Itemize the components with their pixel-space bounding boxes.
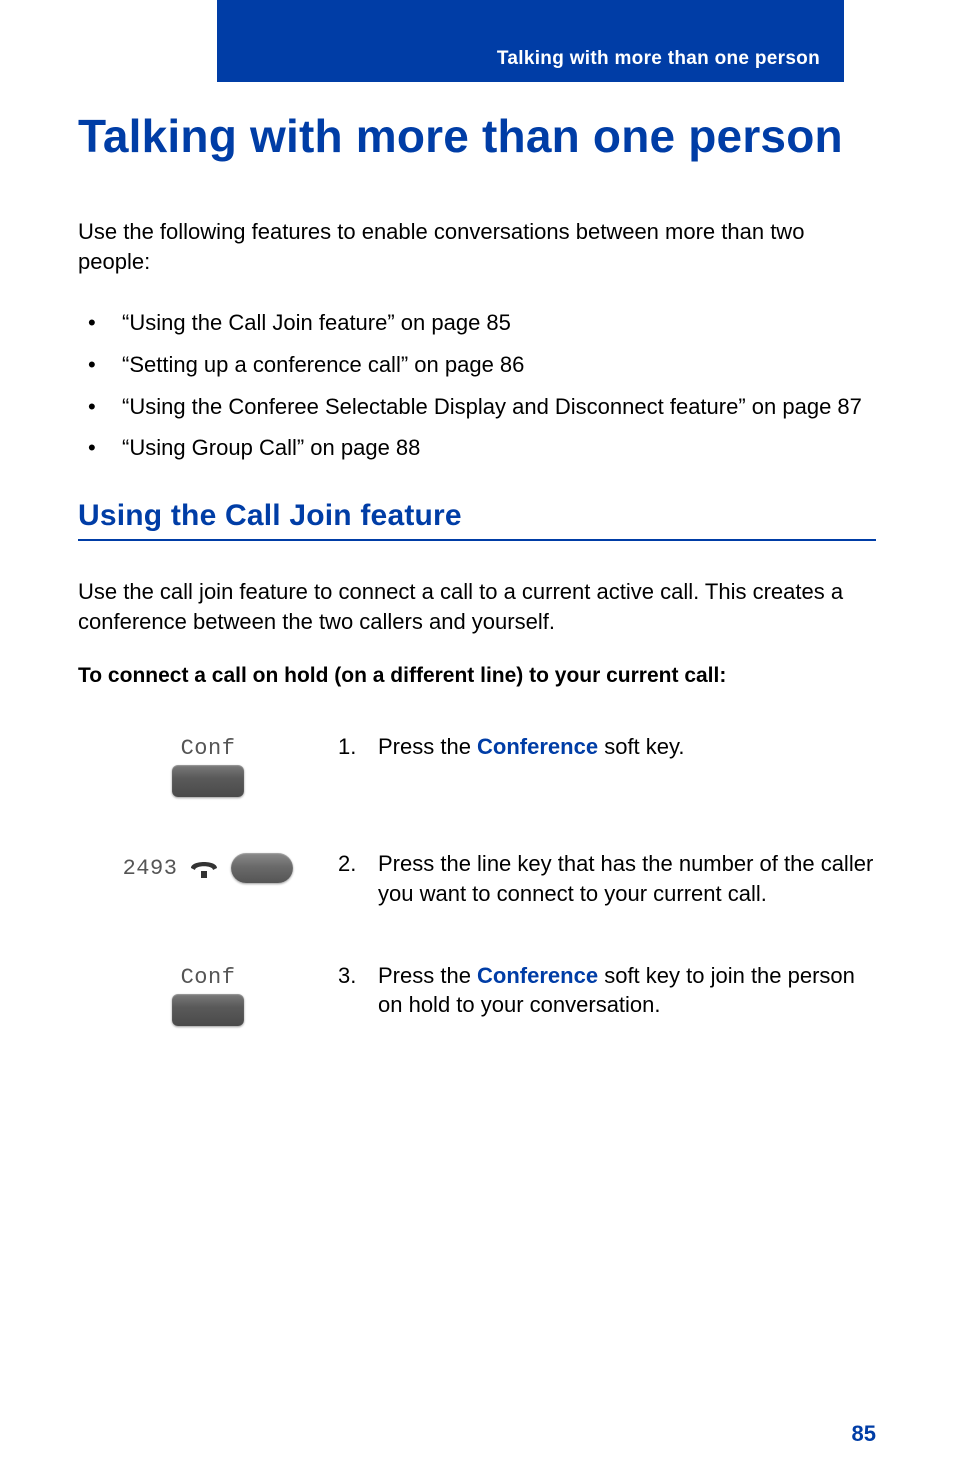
list-item: “Using the Conferee Selectable Display a… bbox=[78, 392, 876, 422]
softkey-label: Conf bbox=[181, 965, 236, 990]
step-body: Press the Conference soft key to join th… bbox=[378, 961, 876, 1020]
step-text: 1. Press the Conference soft key. bbox=[338, 732, 876, 762]
step-text-pre: Press the bbox=[378, 963, 477, 988]
procedure-title: To connect a call on hold (on a differen… bbox=[78, 664, 876, 688]
keyword-conference: Conference bbox=[477, 963, 598, 988]
feature-list: “Using the Call Join feature” on page 85… bbox=[78, 308, 876, 463]
step-text-pre: Press the bbox=[378, 734, 477, 759]
line-key-button-icon bbox=[231, 853, 293, 883]
linekey-image: 2493 bbox=[78, 849, 338, 883]
step-text: 2. Press the line key that has the numbe… bbox=[338, 849, 876, 908]
step-text-post: soft key. bbox=[598, 734, 684, 759]
list-item: “Using Group Call” on page 88 bbox=[78, 433, 876, 463]
list-item: “Setting up a conference call” on page 8… bbox=[78, 350, 876, 380]
step-text: 3. Press the Conference soft key to join… bbox=[338, 961, 876, 1020]
softkey-label: Conf bbox=[181, 736, 236, 761]
steps-table: Conf 1. Press the Conference soft key. 2… bbox=[78, 732, 876, 1025]
handset-icon bbox=[187, 854, 221, 882]
list-item: “Using the Call Join feature” on page 85 bbox=[78, 308, 876, 338]
intro-paragraph: Use the following features to enable con… bbox=[78, 217, 876, 276]
softkey-button-icon bbox=[172, 765, 244, 797]
page-title: Talking with more than one person bbox=[78, 110, 876, 163]
softkey-button-icon bbox=[172, 994, 244, 1026]
step-number: 2. bbox=[338, 849, 378, 908]
page-number: 85 bbox=[852, 1421, 876, 1447]
step-body: Press the Conference soft key. bbox=[378, 732, 876, 762]
line-number-label: 2493 bbox=[123, 856, 178, 881]
page-content: Talking with more than one person Use th… bbox=[78, 110, 876, 1078]
header-breadcrumb: Talking with more than one person bbox=[497, 48, 820, 70]
softkey-image: Conf bbox=[78, 732, 338, 797]
step-text-pre: Press the line key that has the number o… bbox=[378, 851, 873, 906]
section-heading: Using the Call Join feature bbox=[78, 499, 876, 541]
step-row: 2493 2. Press the line key that has the … bbox=[78, 849, 876, 908]
step-number: 1. bbox=[338, 732, 378, 762]
section-paragraph: Use the call join feature to connect a c… bbox=[78, 577, 876, 636]
step-body: Press the line key that has the number o… bbox=[378, 849, 876, 908]
step-row: Conf 1. Press the Conference soft key. bbox=[78, 732, 876, 797]
step-row: Conf 3. Press the Conference soft key to… bbox=[78, 961, 876, 1026]
keyword-conference: Conference bbox=[477, 734, 598, 759]
softkey-image: Conf bbox=[78, 961, 338, 1026]
header-bar: Talking with more than one person bbox=[217, 0, 844, 82]
step-number: 3. bbox=[338, 961, 378, 1020]
